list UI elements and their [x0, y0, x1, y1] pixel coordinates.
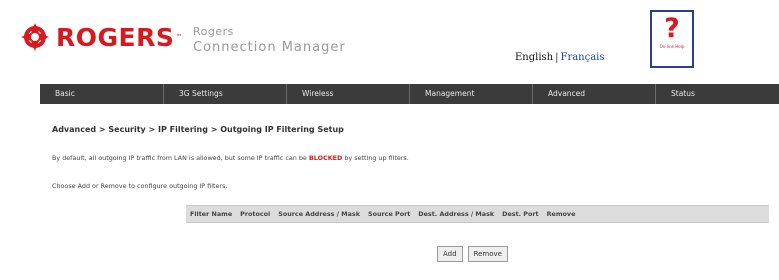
column-filter-name: Filter Name: [190, 210, 233, 218]
filter-table-header: Filter Name Protocol Source Address / Ma…: [186, 205, 769, 223]
column-source-port: Source Port: [367, 210, 411, 218]
product-name: Rogers Connection Manager: [193, 24, 346, 56]
column-protocol: Protocol: [240, 210, 271, 218]
remove-button[interactable]: Remove: [467, 246, 508, 262]
language-french-link[interactable]: Français: [561, 52, 605, 63]
online-help-button[interactable]: ? On-line Help: [650, 10, 694, 68]
language-separator: |: [555, 52, 559, 63]
help-caption: On-line Help: [659, 44, 685, 49]
product-name-line1: Rogers: [193, 25, 234, 38]
rogers-logo-mark-icon: [20, 22, 50, 52]
column-source-address-mask: Source Address / Mask: [278, 210, 360, 218]
add-button[interactable]: Add: [437, 246, 463, 262]
description-text-end: by setting up filters.: [342, 154, 409, 162]
product-name-line2: Connection Manager: [193, 40, 346, 55]
rogers-logo[interactable]: ROGERS ™: [20, 22, 182, 52]
column-remove: Remove: [546, 210, 576, 218]
language-switcher: English | Français: [515, 52, 605, 63]
language-english-link[interactable]: English: [515, 52, 553, 63]
main-nav: Basic 3G Settings Wireless Management Ad…: [40, 84, 779, 104]
nav-item-wireless[interactable]: Wireless: [286, 84, 409, 104]
column-dest-address-mask: Dest. Address / Mask: [418, 210, 495, 218]
nav-item-status[interactable]: Status: [655, 84, 778, 104]
header: ROGERS ™ Rogers Connection Manager Engli…: [0, 0, 779, 82]
page-description: By default, all outgoing IP traffic from…: [52, 154, 409, 162]
nav-item-management[interactable]: Management: [409, 84, 532, 104]
blocked-keyword: BLOCKED: [308, 154, 343, 162]
nav-item-3g-settings[interactable]: 3G Settings: [163, 84, 286, 104]
page-instruction: Choose Add or Remove to configure outgoi…: [52, 182, 228, 190]
description-text-start: By default, all outgoing IP traffic from…: [52, 154, 309, 162]
column-dest-port: Dest. Port: [502, 210, 539, 218]
nav-item-basic[interactable]: Basic: [40, 84, 163, 104]
trademark-mark: ™: [175, 33, 183, 41]
nav-item-advanced[interactable]: Advanced: [532, 84, 655, 104]
help-question-icon: ?: [664, 13, 680, 44]
rogers-wordmark: ROGERS: [56, 22, 175, 52]
breadcrumb: Advanced > Security > IP Filtering > Out…: [52, 125, 344, 134]
action-buttons: Add Remove: [437, 246, 508, 262]
